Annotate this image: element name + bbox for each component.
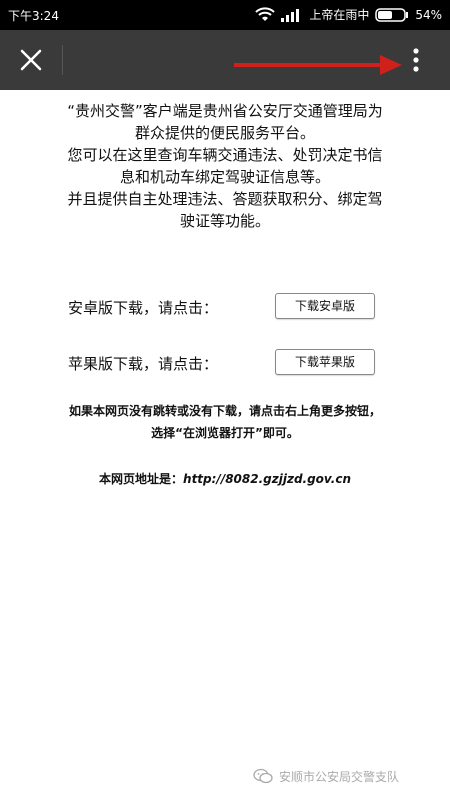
address-url[interactable]: http://8082.gzjjzd.gov.cn [183, 472, 351, 486]
signal-icon [281, 8, 300, 22]
address-label: 本网页地址是： [99, 472, 184, 486]
intro-line: 群众提供的便民服务平台。 [134, 124, 315, 142]
appbar-divider [62, 45, 63, 75]
more-vertical-icon[interactable] [408, 45, 424, 75]
watermark-text: 安顺市公安局交警支队 [279, 769, 400, 784]
page-content: “贵州交警”客户端是贵州省公安厅交通管理局为 群众提供的便民服务平台。 您可以在… [0, 90, 450, 800]
battery-icon [375, 7, 409, 22]
intro-line: 驶证等功能。 [179, 212, 270, 230]
status-right-group: 上帝在雨中 54% [255, 6, 442, 23]
android-download-button[interactable]: 下载安卓版 [275, 293, 375, 319]
notice-line: 如果本网页没有跳转或没有下载，请点击右上角更多按钮， [68, 404, 381, 418]
close-icon[interactable] [16, 45, 46, 75]
intro-text: “贵州交警”客户端是贵州省公安厅交通管理局为 群众提供的便民服务平台。 您可以在… [16, 100, 434, 232]
intro-line: 并且提供自主处理违法、答题获取积分、绑定驾 [67, 190, 383, 208]
intro-line: 您可以在这里查询车辆交通违法、处罚决定书信 [67, 146, 383, 164]
ios-download-label: 苹果版下载，请点击： [68, 355, 219, 373]
page-address: 本网页地址是：http://8082.gzjjzd.gov.cn [10, 470, 440, 487]
status-time: 下午3:24 [8, 9, 59, 23]
ios-download-row: 苹果版下载，请点击： 下载苹果版 [0, 349, 450, 377]
ios-download-button[interactable]: 下载苹果版 [275, 349, 375, 375]
browser-notice: 如果本网页没有跳转或没有下载，请点击右上角更多按钮， 选择“在浏览器打开”即可。 [10, 400, 440, 444]
intro-line: “贵州交警”客户端是贵州省公安厅交通管理局为 [67, 102, 383, 120]
battery-percent: 54% [415, 7, 442, 22]
android-download-row: 安卓版下载，请点击： 下载安卓版 [0, 293, 450, 321]
wifi-icon [255, 6, 276, 21]
android-download-label: 安卓版下载，请点击： [68, 299, 219, 317]
red-arrow-annotation [234, 55, 402, 75]
wechat-watermark: 安顺市公安局交警支队 [253, 766, 443, 786]
wechat-icon [253, 768, 273, 784]
notice-line: 选择“在浏览器打开”即可。 [151, 426, 299, 440]
intro-line: 息和机动车绑定驾驶证信息等。 [119, 168, 330, 186]
status-bar: 下午3:24 上帝在雨中 54% [0, 0, 450, 30]
carrier-name: 上帝在雨中 [309, 8, 370, 22]
